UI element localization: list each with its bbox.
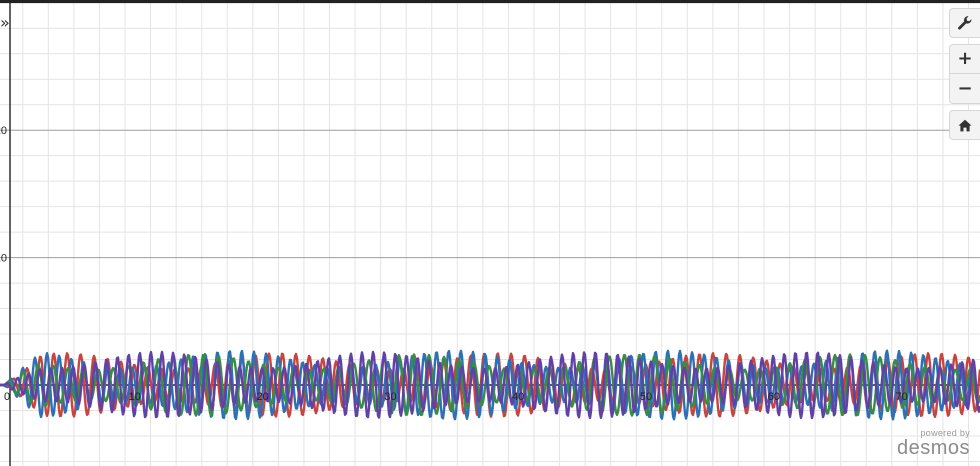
zoom-in-button[interactable]: +: [949, 44, 980, 74]
x-tick-label: 30: [384, 391, 396, 403]
expand-expression-list-button[interactable]: »: [0, 12, 14, 34]
x-tick-label: 60: [768, 391, 780, 403]
plus-icon: +: [957, 48, 973, 69]
x-tick-label: 0: [4, 391, 10, 403]
graph-controls: + −: [949, 8, 980, 140]
x-tick-label: 40: [512, 391, 524, 403]
graph-canvas[interactable]: 0 10 20 30 40 50 60 70 20 10: [0, 3, 980, 466]
default-viewport-button[interactable]: [949, 110, 980, 140]
x-tick-label: 10: [129, 391, 141, 403]
x-tick-label: 50: [640, 391, 652, 403]
y-tick-label: 10: [0, 253, 7, 265]
x-tick-label: 20: [256, 391, 268, 403]
x-tick-label: 70: [895, 391, 907, 403]
powered-by-desmos[interactable]: powered by desmos: [897, 428, 970, 458]
major-gridlines: [0, 3, 980, 386]
home-icon: [958, 119, 972, 131]
zoom-out-button[interactable]: −: [949, 74, 980, 104]
y-tick-label: 20: [0, 125, 7, 137]
minus-icon: −: [957, 77, 973, 99]
graph-settings-button[interactable]: [949, 8, 980, 38]
wrench-icon: [958, 16, 972, 30]
double-chevron-right-icon: »: [0, 13, 10, 32]
desmos-logo-text: desmos: [896, 437, 970, 459]
